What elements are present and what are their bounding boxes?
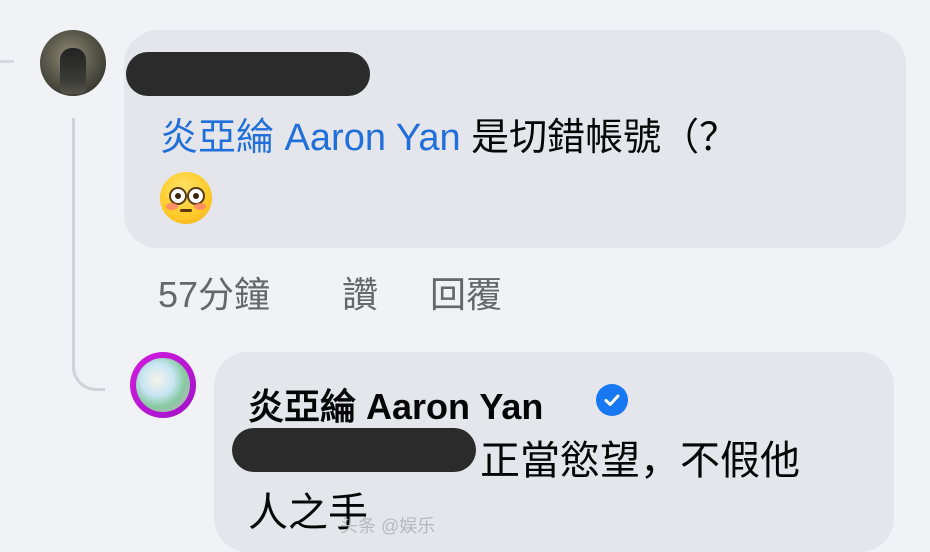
emoji-blush [166, 203, 178, 210]
reply-text: 正當慾望，不假他 [480, 439, 800, 483]
comment-timestamp[interactable]: 57分鐘 [158, 266, 270, 318]
redacted-mention [232, 428, 476, 472]
flushed-face-emoji-icon [160, 172, 212, 224]
comment-body: 是切錯帳號（？ [460, 117, 738, 159]
verified-check-icon [596, 384, 628, 416]
person-silhouette-icon [60, 48, 86, 94]
reply-button[interactable]: 回覆 [430, 266, 502, 318]
like-button[interactable]: 讚 [342, 266, 378, 318]
thread-connector-line [72, 118, 105, 391]
commenter-avatar[interactable] [40, 30, 106, 96]
avatar-image [136, 358, 190, 412]
thread-divider [0, 60, 14, 63]
reply-author-name[interactable]: 炎亞綸 Aaron Yan [248, 378, 543, 430]
mention-link[interactable]: 炎亞綸 Aaron Yan [160, 117, 461, 159]
watermark: 头条 @娱乐 [340, 516, 436, 536]
emoji-blush [194, 203, 206, 210]
emoji-mouth [180, 209, 192, 212]
reply-author-avatar[interactable] [130, 352, 196, 418]
redacted-commenter-name [126, 52, 370, 96]
comment-text: 炎亞綸 Aaron Yan 是切錯帳號（？ [160, 106, 737, 161]
